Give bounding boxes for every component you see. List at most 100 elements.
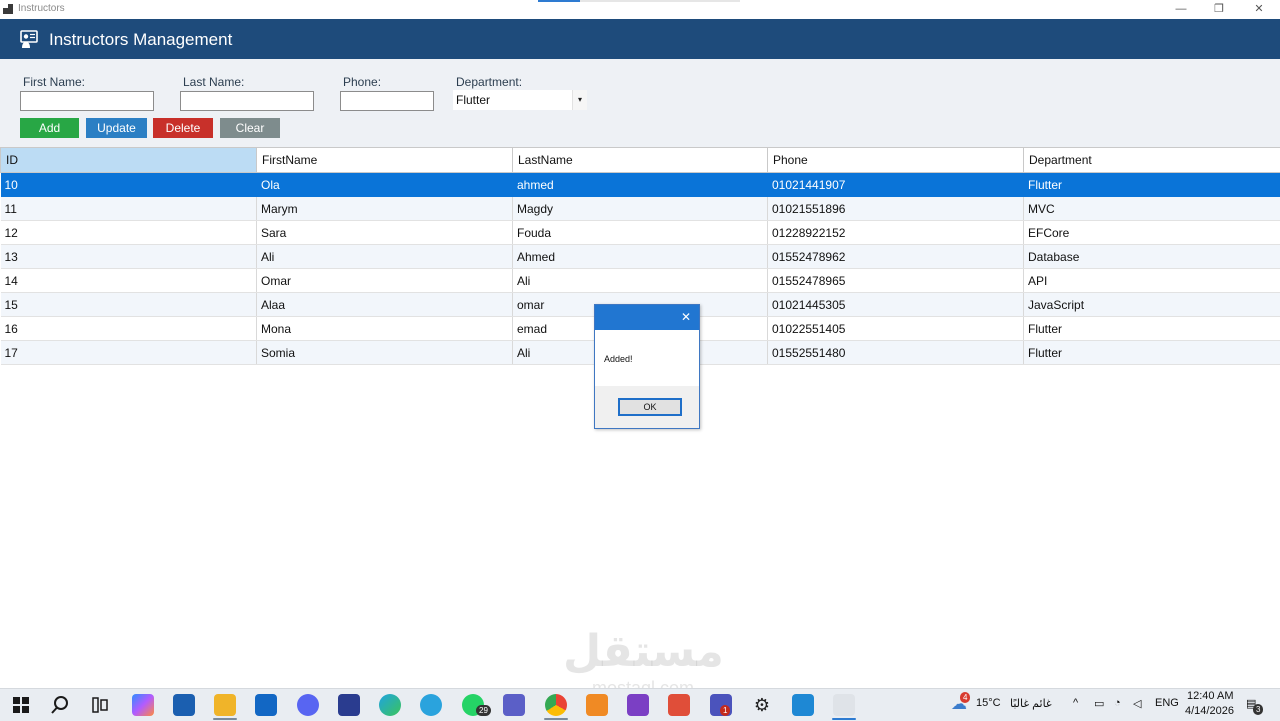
- cell-firstname[interactable]: Ola: [257, 173, 513, 197]
- cell-id[interactable]: 17: [1, 341, 257, 365]
- table-row[interactable]: 14 Omar Ali 01552478965 API: [1, 269, 1280, 293]
- column-header-lastname[interactable]: LastName: [513, 148, 768, 173]
- cell-firstname[interactable]: Omar: [257, 269, 513, 293]
- delete-button[interactable]: Delete: [153, 118, 213, 138]
- cell-department[interactable]: MVC: [1024, 197, 1280, 221]
- cell-phone[interactable]: 01021441907: [768, 173, 1024, 197]
- settings-icon[interactable]: ⚙: [751, 694, 773, 716]
- minimize-button[interactable]: —: [1161, 0, 1201, 19]
- weather-description[interactable]: غائم غالبًا: [1010, 697, 1052, 710]
- windows-start-icon[interactable]: [10, 694, 32, 716]
- phone-label: Phone:: [343, 75, 381, 89]
- cell-firstname[interactable]: Ali: [257, 245, 513, 269]
- wifi-icon[interactable]: ◔: [1114, 697, 1121, 709]
- telegram-icon[interactable]: [420, 694, 442, 716]
- edge-icon[interactable]: [379, 694, 401, 716]
- title-progress-strip: [538, 0, 740, 2]
- dialog-close-icon[interactable]: ✕: [681, 310, 691, 324]
- cell-phone[interactable]: 01021551896: [768, 197, 1024, 221]
- chrome-icon[interactable]: [545, 694, 567, 716]
- cell-id[interactable]: 11: [1, 197, 257, 221]
- maximize-button[interactable]: ❐: [1199, 0, 1239, 19]
- cell-department[interactable]: JavaScript: [1024, 293, 1280, 317]
- azure-data-studio-icon[interactable]: [792, 694, 814, 716]
- instructors-app-icon[interactable]: [833, 694, 855, 716]
- cell-lastname[interactable]: Fouda: [513, 221, 768, 245]
- table-row[interactable]: 13 Ali Ahmed 01552478962 Database: [1, 245, 1280, 269]
- cell-phone[interactable]: 01021445305: [768, 293, 1024, 317]
- column-header-phone[interactable]: Phone: [768, 148, 1024, 173]
- volume-icon[interactable]: ◁: [1133, 697, 1141, 710]
- phone-input[interactable]: [340, 91, 434, 111]
- cell-firstname[interactable]: Mona: [257, 317, 513, 341]
- visual-studio-icon[interactable]: [627, 694, 649, 716]
- ok-button[interactable]: OK: [618, 398, 682, 416]
- table-row[interactable]: 12 Sara Fouda 01228922152 EFCore: [1, 221, 1280, 245]
- chevron-down-icon[interactable]: ▾: [572, 90, 587, 110]
- cell-firstname[interactable]: Alaa: [257, 293, 513, 317]
- cell-department[interactable]: EFCore: [1024, 221, 1280, 245]
- weather-temperature[interactable]: 15°C: [976, 697, 1001, 709]
- message-dialog: ✕ Added! OK: [594, 304, 700, 429]
- clock-time[interactable]: 12:40 AM: [1187, 690, 1233, 702]
- cell-phone[interactable]: 01552478962: [768, 245, 1024, 269]
- postman-icon[interactable]: [586, 694, 608, 716]
- first-name-input[interactable]: [20, 91, 154, 111]
- task-view-icon[interactable]: [89, 694, 111, 716]
- cell-department[interactable]: Flutter: [1024, 317, 1280, 341]
- cell-firstname[interactable]: Sara: [257, 221, 513, 245]
- file-explorer-icon[interactable]: [214, 694, 236, 716]
- cell-department[interactable]: Flutter: [1024, 173, 1280, 197]
- cell-id[interactable]: 14: [1, 269, 257, 293]
- cell-firstname[interactable]: Marym: [257, 197, 513, 221]
- cell-id[interactable]: 12: [1, 221, 257, 245]
- cell-department[interactable]: Flutter: [1024, 341, 1280, 365]
- store-icon[interactable]: [173, 694, 195, 716]
- close-button[interactable]: ✕: [1239, 0, 1279, 19]
- discord-icon[interactable]: [297, 694, 319, 716]
- outlook-icon[interactable]: [255, 694, 277, 716]
- column-header-department[interactable]: Department: [1024, 148, 1280, 173]
- instructor-icon: [20, 30, 38, 49]
- column-header-id[interactable]: ID: [1, 148, 257, 173]
- chevron-up-icon[interactable]: ^: [1073, 697, 1078, 709]
- git-icon[interactable]: [668, 694, 690, 716]
- cell-lastname[interactable]: ahmed: [513, 173, 768, 197]
- cell-department[interactable]: API: [1024, 269, 1280, 293]
- add-button[interactable]: Add: [20, 118, 79, 138]
- cell-id[interactable]: 13: [1, 245, 257, 269]
- cell-lastname[interactable]: Ali: [513, 269, 768, 293]
- cell-id[interactable]: 16: [1, 317, 257, 341]
- cell-department[interactable]: Database: [1024, 245, 1280, 269]
- vpn-icon[interactable]: [338, 694, 360, 716]
- clear-button[interactable]: Clear: [220, 118, 280, 138]
- teams-icon[interactable]: [503, 694, 525, 716]
- table-row[interactable]: 10 Ola ahmed 01021441907 Flutter: [1, 173, 1280, 197]
- dialog-title-bar[interactable]: ✕: [595, 305, 699, 330]
- app-window-icon: [3, 4, 13, 14]
- grid-header-row: ID FirstName LastName Phone Department: [1, 148, 1280, 173]
- department-select[interactable]: Flutter ▾: [453, 90, 587, 110]
- column-header-firstname[interactable]: FirstName: [257, 148, 513, 173]
- cell-firstname[interactable]: Somia: [257, 341, 513, 365]
- cell-id[interactable]: 10: [1, 173, 257, 197]
- language-indicator[interactable]: ENG: [1155, 697, 1179, 709]
- cell-phone[interactable]: 01228922152: [768, 221, 1024, 245]
- battery-icon[interactable]: ▭: [1094, 697, 1104, 710]
- cell-lastname[interactable]: Ahmed: [513, 245, 768, 269]
- cell-phone[interactable]: 01022551405: [768, 317, 1024, 341]
- table-row[interactable]: 11 Marym Magdy 01021551896 MVC: [1, 197, 1280, 221]
- last-name-input[interactable]: [180, 91, 314, 111]
- cell-id[interactable]: 15: [1, 293, 257, 317]
- cell-lastname[interactable]: Magdy: [513, 197, 768, 221]
- window-title-bar: Instructors — ❐ ✕: [0, 0, 1280, 19]
- update-button[interactable]: Update: [86, 118, 147, 138]
- copilot-icon[interactable]: [132, 694, 154, 716]
- department-selected-value: Flutter: [456, 93, 490, 107]
- search-icon[interactable]: [49, 694, 71, 716]
- dialog-footer: OK: [595, 386, 699, 428]
- cell-phone[interactable]: 01552478965: [768, 269, 1024, 293]
- taskbar: 29 1 ⚙ ☁ 4 15°C غائم غالبًا ^ ▭ ◔ ◁ ENG …: [0, 688, 1280, 721]
- clock-date[interactable]: 4/14/2026: [1185, 705, 1234, 717]
- cell-phone[interactable]: 01552551480: [768, 341, 1024, 365]
